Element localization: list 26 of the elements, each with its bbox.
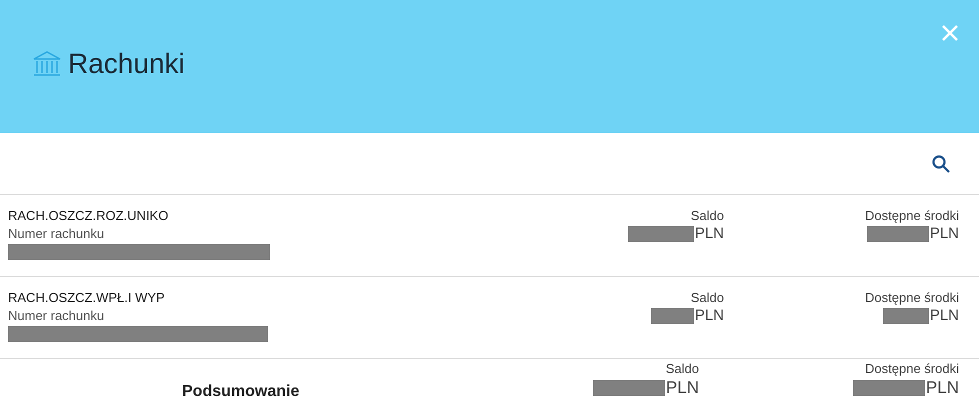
account-row[interactable]: RACH.OSZCZ.WPŁ.I WYP Numer rachunku Saldo PLN Dostępne środki PLN — [0, 277, 979, 359]
currency-label: PLN — [930, 307, 959, 324]
account-name: RACH.OSZCZ.WPŁ.I WYP — [8, 290, 166, 305]
bank-icon — [32, 50, 62, 78]
redaction-bar — [628, 226, 694, 242]
page-title: Rachunki — [68, 48, 185, 80]
column-label: Saldo — [690, 290, 724, 305]
currency-label: PLN — [666, 378, 699, 398]
column-label: Dostępne środki — [865, 208, 959, 223]
redaction-bar — [882, 308, 929, 324]
redaction-bar — [650, 308, 694, 324]
account-name: RACH.OSZCZ.ROZ.UNIKO — [8, 208, 170, 223]
column-label: Saldo — [666, 361, 699, 376]
column-label: Dostępne środki — [865, 361, 959, 376]
column-label: Dostępne środki — [865, 290, 959, 305]
search-button[interactable] — [931, 154, 951, 174]
redaction-bar — [866, 226, 929, 242]
column-label: Saldo — [690, 208, 724, 223]
account-number-label: Numer rachunku — [8, 226, 106, 241]
currency-label: PLN — [930, 225, 959, 242]
account-row[interactable]: RACH.OSZCZ.ROZ.UNIKO Numer rachunku Saldo PLN Dostępne środki PLN — [0, 195, 979, 277]
currency-label: PLN — [694, 307, 724, 324]
currency-label: PLN — [694, 225, 724, 242]
currency-label: PLN — [926, 378, 959, 398]
account-number-label: Numer rachunku — [8, 308, 106, 323]
summary-title: Podsumowanie — [182, 383, 300, 401]
